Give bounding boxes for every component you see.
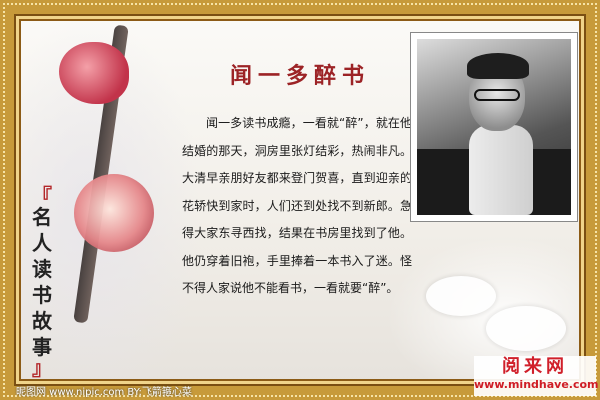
- hair-shape: [467, 53, 529, 79]
- crane-shape: [426, 276, 496, 316]
- glasses-shape: [474, 89, 520, 101]
- scarf-shape: [469, 125, 533, 215]
- poster-canvas: 『 名 人 读 书 故 事 』 闻一多醉书 闻一多读书成瘾，一看就“醉”，就在他…: [14, 14, 586, 386]
- plum-blossom-image: [74, 174, 154, 252]
- plum-bud-image: [59, 42, 129, 104]
- page-title: 闻一多醉书: [229, 63, 370, 89]
- nipic-watermark: 昵图网 www.nipic.com BY:飞箭箍心菜: [16, 387, 192, 398]
- banner-char: 读: [32, 257, 52, 281]
- gold-frame: 『 名 人 读 书 故 事 』 闻一多醉书 闻一多读书成瘾，一看就“醉”，就在他…: [0, 0, 600, 400]
- banner-close-bracket: 』: [32, 356, 52, 380]
- crane-shape: [486, 306, 566, 351]
- banner-char: 故: [32, 309, 52, 333]
- site-name: 阅来网: [502, 356, 568, 377]
- banner-char: 名: [32, 205, 52, 229]
- banner-open-bracket: 『: [32, 184, 52, 208]
- banner-char: 书: [32, 283, 52, 307]
- vertical-banner: 『 名 人 读 书 故 事 』: [22, 186, 62, 378]
- site-watermark: 阅来网 www.mindhave.com: [474, 356, 599, 396]
- portrait-photo: [410, 32, 578, 222]
- portrait-image: [417, 39, 571, 215]
- site-url: www.mindhave.com: [474, 378, 599, 391]
- banner-char: 人: [32, 231, 52, 255]
- story-text: 闻一多读书成瘾，一看就“醉”，就在他结婚的那天，洞房里张灯结彩，热闹非凡。大清早…: [182, 116, 412, 295]
